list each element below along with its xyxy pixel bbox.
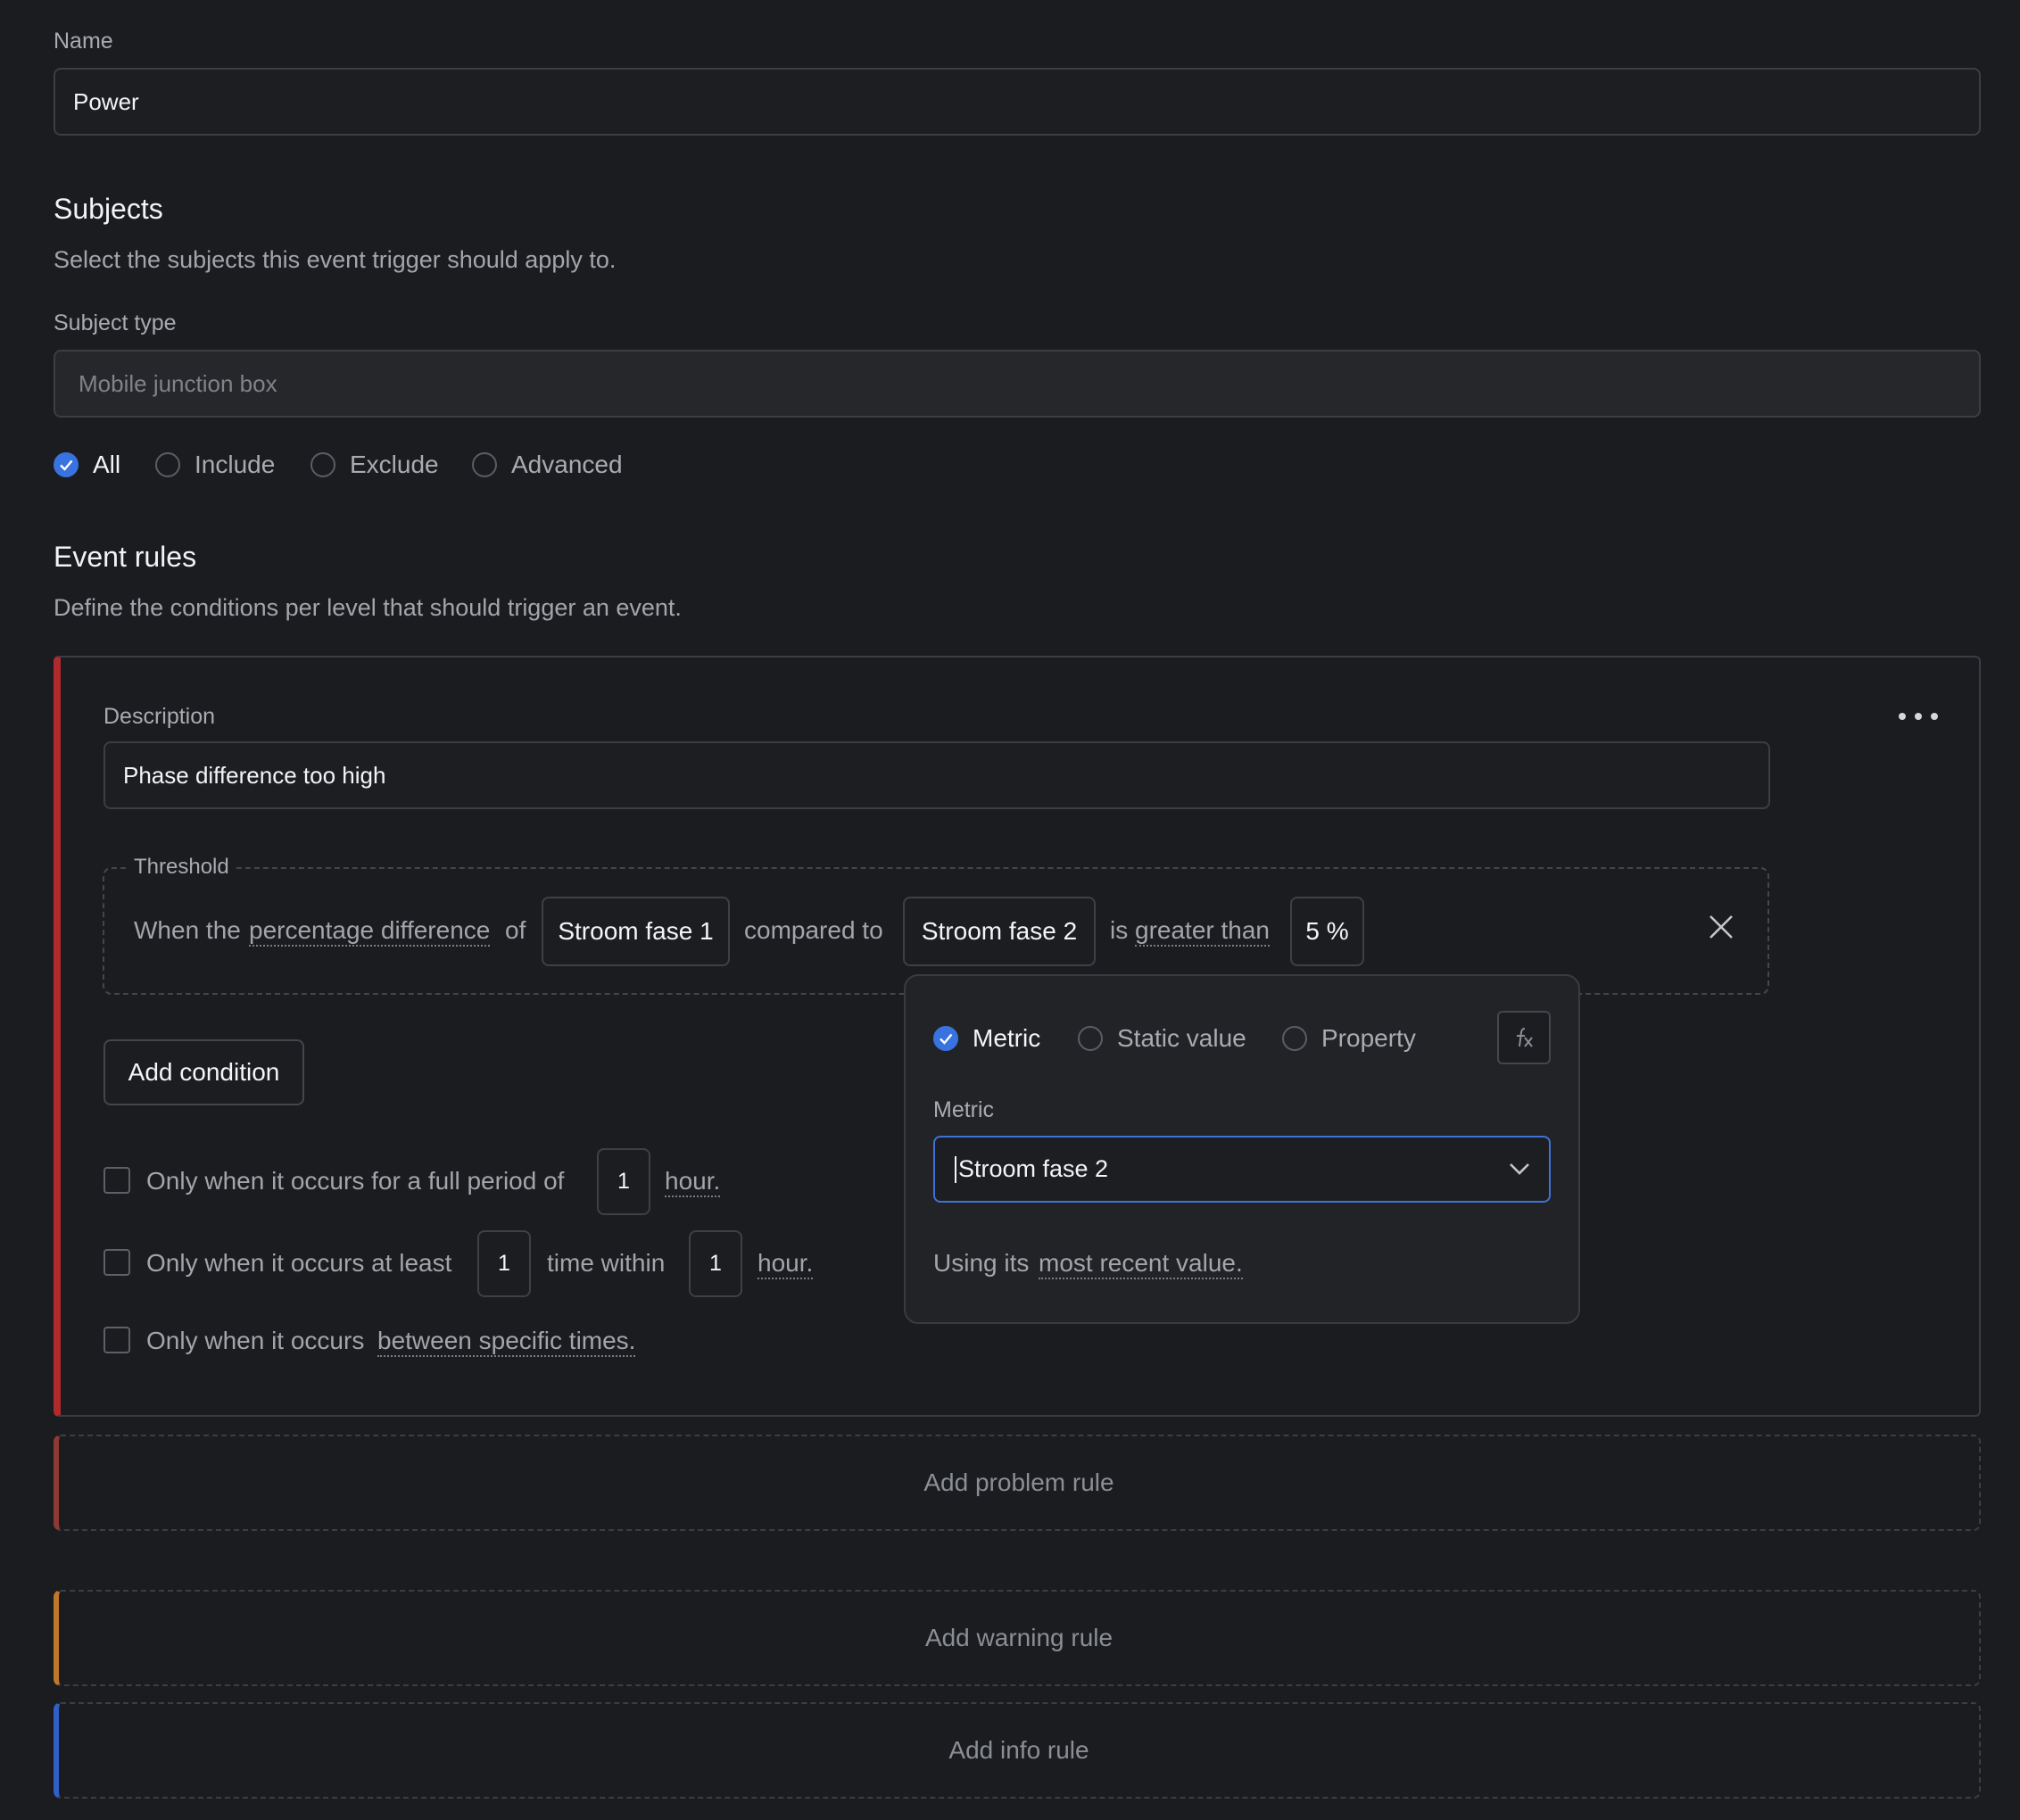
between-checkbox[interactable] xyxy=(103,1327,130,1353)
subjects-title: Subjects xyxy=(54,193,163,225)
full-period-value[interactable]: 1 xyxy=(597,1148,650,1215)
threshold-legend: Threshold xyxy=(127,855,236,880)
popover-option-label: Property xyxy=(1321,1024,1416,1052)
popover-option-label: Metric xyxy=(973,1024,1041,1052)
description-input[interactable]: Phase difference too high xyxy=(103,741,1770,809)
at-least-count[interactable]: 1 xyxy=(477,1230,531,1297)
subject-type-label: Subject type xyxy=(54,310,177,335)
subject-option-label: All xyxy=(93,451,121,478)
subject-option-advanced[interactable]: Advanced xyxy=(472,451,623,479)
threshold-text-of: of xyxy=(505,916,526,944)
metric-select[interactable]: Stroom fase 2 xyxy=(933,1136,1551,1203)
text-cursor xyxy=(955,1155,956,1183)
full-period-unit[interactable]: hour. xyxy=(665,1167,721,1197)
at-least-value[interactable]: 1 xyxy=(689,1230,742,1297)
event-rules-description: Define the conditions per level that sho… xyxy=(54,594,682,621)
add-info-rule-button[interactable]: Add info rule xyxy=(54,1702,1981,1799)
threshold-value-chip[interactable]: 5 % xyxy=(1290,897,1364,966)
threshold-text-when: When the xyxy=(134,916,241,944)
event-rules-title: Event rules xyxy=(54,541,197,573)
popover-option-static-value[interactable]: Static value xyxy=(1078,1024,1246,1053)
at-least-text: Only when it occurs at least xyxy=(146,1249,452,1277)
subject-option-exclude[interactable]: Exclude xyxy=(310,451,439,479)
more-options-icon[interactable] xyxy=(1899,707,1938,726)
between-text: Only when it occurs xyxy=(146,1327,365,1354)
threshold-text-is: is xyxy=(1110,916,1129,944)
add-warning-rule-button[interactable]: Add warning rule xyxy=(54,1590,1981,1686)
popover-option-label: Static value xyxy=(1117,1024,1246,1052)
add-problem-rule-button[interactable]: Add problem rule xyxy=(54,1435,1981,1531)
subject-option-all[interactable]: All xyxy=(54,451,120,479)
popover-metric-label: Metric xyxy=(933,1097,995,1122)
between-link[interactable]: between specific times. xyxy=(377,1327,636,1357)
using-prefix: Using its xyxy=(933,1249,1030,1277)
full-period-text: Only when it occurs for a full period of xyxy=(146,1167,565,1195)
name-input[interactable]: Power xyxy=(54,68,1981,136)
radio-circle xyxy=(155,452,180,477)
metric-select-value: Stroom fase 2 xyxy=(958,1155,1109,1182)
radio-circle xyxy=(1282,1026,1307,1051)
radio-circle xyxy=(310,452,335,477)
formula-icon[interactable] xyxy=(1497,1011,1551,1064)
subject-option-include[interactable]: Include xyxy=(155,451,275,479)
subject-option-label: Advanced xyxy=(511,451,623,478)
at-least-middle: time within xyxy=(547,1249,666,1277)
recent-value-selector[interactable]: most recent value. xyxy=(1039,1249,1243,1279)
subjects-description: Select the subjects this event trigger s… xyxy=(54,246,617,273)
name-label: Name xyxy=(54,29,113,54)
at-least-checkbox[interactable] xyxy=(103,1249,130,1276)
check-icon xyxy=(933,1026,958,1051)
add-condition-button[interactable]: Add condition xyxy=(103,1039,304,1105)
operator-selector[interactable]: greater than xyxy=(1135,916,1270,947)
subject-option-label: Exclude xyxy=(350,451,439,478)
measure-selector[interactable]: percentage difference xyxy=(249,916,491,947)
at-least-unit[interactable]: hour. xyxy=(758,1249,814,1279)
popover-option-metric[interactable]: Metric xyxy=(933,1024,1040,1053)
subject-type-select[interactable]: Mobile junction box xyxy=(54,350,1981,418)
metric2-chip[interactable]: Stroom fase 2 xyxy=(903,897,1096,966)
subject-option-label: Include xyxy=(195,451,276,478)
threshold-text-compared: compared to xyxy=(744,916,883,944)
radio-circle xyxy=(1078,1026,1103,1051)
description-label: Description xyxy=(103,704,216,729)
metric1-chip[interactable]: Stroom fase 1 xyxy=(542,897,730,966)
chevron-down-icon[interactable] xyxy=(1508,1160,1531,1178)
close-icon[interactable] xyxy=(1708,914,1734,940)
check-icon xyxy=(54,452,79,477)
radio-circle xyxy=(472,452,497,477)
popover-option-property[interactable]: Property xyxy=(1282,1024,1416,1053)
full-period-checkbox[interactable] xyxy=(103,1167,130,1194)
